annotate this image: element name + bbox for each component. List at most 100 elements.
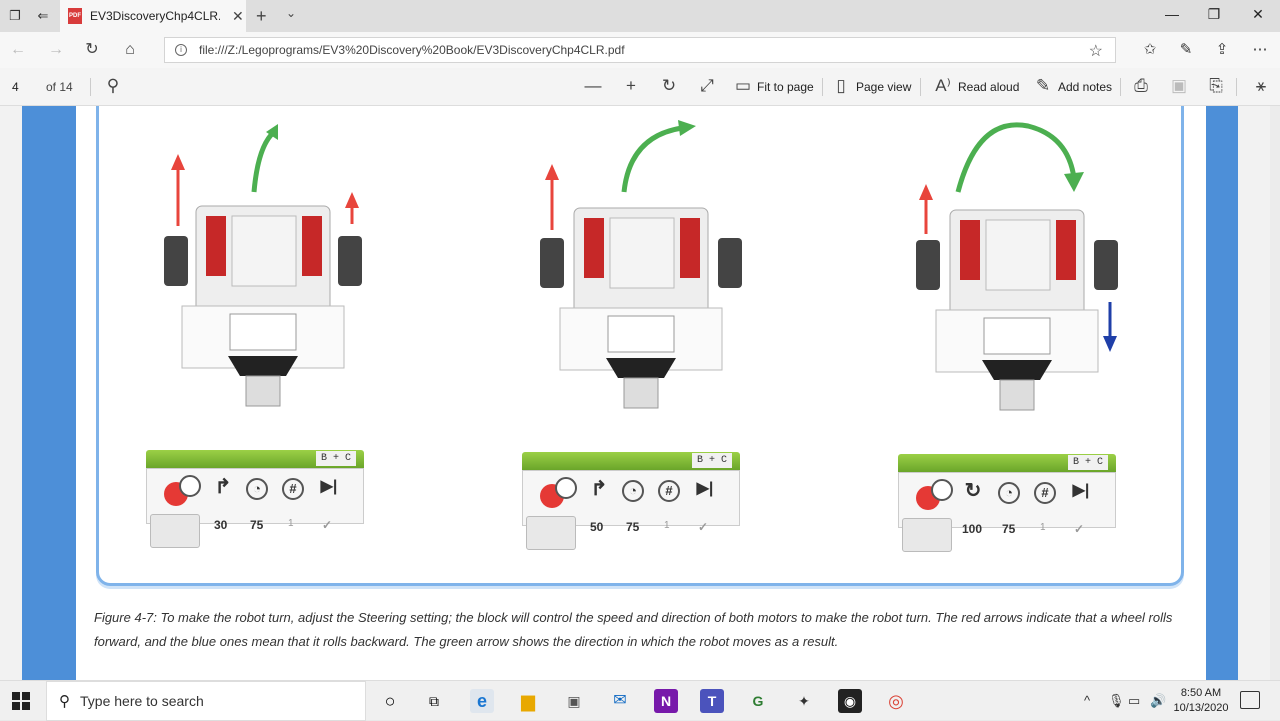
rotate-icon[interactable]: ↻: [658, 76, 680, 96]
tab-bar: ❐ ⇐ PDF EV3DiscoveryChp4CLR.pdf ✕ + ⌄ — …: [0, 0, 1280, 32]
power-value[interactable]: 75: [626, 520, 639, 534]
divider: [90, 78, 91, 96]
mode-selector[interactable]: [150, 514, 200, 548]
lego-mindstorms-icon[interactable]: ◉: [838, 689, 862, 713]
scrollbar[interactable]: [1270, 106, 1280, 680]
minimize-icon[interactable]: —: [1162, 6, 1182, 22]
restore-icon[interactable]: ❐: [1204, 6, 1224, 23]
power-value[interactable]: 75: [250, 518, 263, 532]
pdf-toolbar: 4 of 14 ⚲ — + ↻ ⤢ ▭ Fit to page ▯ Page v…: [0, 68, 1280, 106]
read-aloud-button[interactable]: Read aloud: [958, 80, 1019, 94]
motor-icon: [912, 476, 956, 514]
pdf-viewer[interactable]: B + C ↱ ◔ # ▶| 30 75 1 ✓ B + C ↱ ◔ # ▶| …: [0, 106, 1280, 680]
zoom-out-icon[interactable]: —: [582, 76, 604, 96]
favorite-star-icon[interactable]: ☆: [1089, 41, 1103, 61]
power-icon: ◔: [622, 480, 644, 502]
divider: [920, 78, 921, 96]
task-view-icon[interactable]: ⧉: [422, 689, 446, 713]
rotations-value[interactable]: 1: [288, 518, 294, 529]
new-tab-icon[interactable]: +: [256, 6, 267, 27]
rotations-icon: #: [658, 480, 680, 502]
brake-check-icon[interactable]: ✓: [322, 518, 332, 532]
volume-icon[interactable]: 🔊: [1150, 693, 1166, 709]
page-number-input[interactable]: 4: [12, 80, 19, 94]
set-tabs-aside-icon[interactable]: ⇐: [34, 7, 52, 25]
mode-selector[interactable]: [902, 518, 952, 552]
refresh-icon[interactable]: ↻: [82, 40, 102, 60]
search-placeholder: Type here to search: [80, 693, 204, 709]
more-icon[interactable]: ⋯: [1250, 40, 1270, 58]
add-notes-icon[interactable]: ✎: [1032, 76, 1054, 96]
motor-icon: [536, 474, 580, 512]
favorites-icon[interactable]: ✩: [1140, 40, 1160, 58]
store-icon[interactable]: ▣: [562, 689, 586, 713]
share-icon[interactable]: ⇪: [1212, 40, 1232, 58]
power-icon: ◔: [246, 478, 268, 500]
robot-illustration: [164, 124, 362, 407]
search-icon[interactable]: ⚲: [102, 76, 124, 96]
move-steering-block[interactable]: B + C ↱ ◔ # ▶| 30 75 1 ✓: [146, 450, 364, 548]
brake-check-icon[interactable]: ✓: [698, 520, 708, 534]
show-hidden-icons-icon[interactable]: ^: [1084, 693, 1090, 708]
app-icon[interactable]: ✦: [792, 689, 816, 713]
steering-value[interactable]: 50: [590, 520, 603, 534]
power-icon: ◔: [998, 482, 1020, 504]
pin-toolbar-icon[interactable]: ⚹: [1250, 76, 1272, 96]
tab-list-chevron-icon[interactable]: ⌄: [286, 6, 296, 20]
file-explorer-icon[interactable]: ▆: [516, 689, 540, 713]
add-notes-button[interactable]: Add notes: [1058, 80, 1112, 94]
windows-start-icon[interactable]: [12, 692, 30, 710]
cortana-icon[interactable]: ○: [378, 689, 402, 713]
tab-pdf[interactable]: PDF EV3DiscoveryChp4CLR.pdf ✕: [60, 0, 246, 32]
search-icon: ⚲: [59, 693, 70, 710]
port-label: B + C: [692, 453, 732, 468]
zoom-in-icon[interactable]: +: [620, 76, 642, 96]
print-icon[interactable]: ⎙: [1130, 76, 1152, 96]
move-steering-block[interactable]: B + C ↱ ◔ # ▶| 50 75 1 ✓: [522, 452, 740, 550]
save-as-icon[interactable]: ⎘: [1205, 76, 1227, 96]
brake-icon: ▶|: [1072, 482, 1090, 499]
chrome-icon[interactable]: ◎: [884, 689, 908, 713]
network-icon[interactable]: ▭: [1128, 693, 1140, 709]
edge-icon[interactable]: e: [470, 689, 494, 713]
site-info-icon[interactable]: i: [175, 44, 187, 56]
move-steering-block[interactable]: B + C ↻ ◔ # ▶| 100 75 1 ✓: [898, 454, 1116, 552]
steering-value[interactable]: 100: [962, 522, 982, 536]
teams-icon[interactable]: T: [700, 689, 724, 713]
robot-panel-3: B + C ↻ ◔ # ▶| 100 75 1 ✓: [888, 106, 1228, 576]
fullscreen-icon[interactable]: ⤢: [696, 76, 718, 96]
back-icon[interactable]: ←: [8, 40, 28, 60]
brake-check-icon[interactable]: ✓: [1074, 522, 1084, 536]
address-input[interactable]: i file:///Z:/Legoprograms/EV3%20Discover…: [164, 37, 1116, 63]
mail-icon[interactable]: ✉: [608, 689, 632, 713]
read-aloud-icon[interactable]: A⁾: [932, 76, 954, 96]
page-view-button[interactable]: Page view: [856, 80, 911, 94]
save-icon[interactable]: ▣: [1168, 76, 1190, 96]
grammarly-icon[interactable]: G: [746, 689, 770, 713]
web-note-icon[interactable]: ✎: [1176, 40, 1196, 58]
pdf-page: B + C ↱ ◔ # ▶| 30 75 1 ✓ B + C ↱ ◔ # ▶| …: [76, 106, 1206, 680]
tab-close-icon[interactable]: ✕: [232, 8, 244, 25]
tab-actions-icon[interactable]: ❐: [6, 7, 24, 25]
microphone-icon[interactable]: 🎙: [1108, 693, 1125, 709]
taskbar: ⚲ Type here to search ○ ⧉ e ▆ ▣ ✉ N T G …: [0, 680, 1280, 721]
fit-to-page-button[interactable]: Fit to page: [757, 80, 814, 94]
port-label: B + C: [316, 451, 356, 466]
mode-selector[interactable]: [526, 516, 576, 550]
rotations-value[interactable]: 1: [1040, 522, 1046, 533]
page-view-icon[interactable]: ▯: [830, 76, 852, 96]
rotations-value[interactable]: 1: [664, 520, 670, 531]
system-clock[interactable]: 8:50 AM 10/13/2020: [1172, 686, 1230, 716]
fit-to-page-icon[interactable]: ▭: [732, 76, 754, 96]
forward-icon[interactable]: →: [46, 40, 66, 60]
taskbar-search-input[interactable]: ⚲ Type here to search: [46, 681, 366, 721]
steering-value[interactable]: 30: [214, 518, 227, 532]
home-icon[interactable]: ⌂: [120, 40, 140, 60]
close-window-icon[interactable]: ✕: [1248, 6, 1268, 23]
action-center-icon[interactable]: [1240, 691, 1260, 709]
rotations-icon: #: [1034, 482, 1056, 504]
pdf-file-icon: PDF: [68, 8, 82, 24]
power-value[interactable]: 75: [1002, 522, 1015, 536]
onenote-icon[interactable]: N: [654, 689, 678, 713]
clock-time: 8:50 AM: [1180, 687, 1222, 699]
